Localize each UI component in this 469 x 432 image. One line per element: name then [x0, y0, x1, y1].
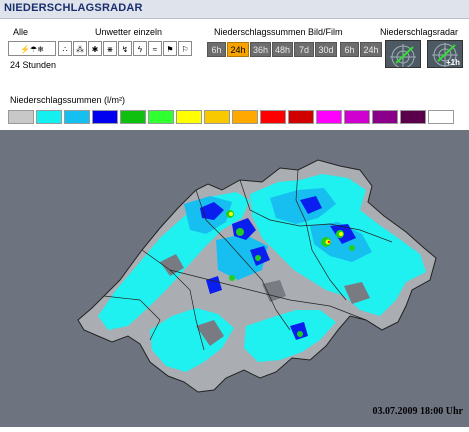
storm-flag-icon[interactable]: ⚐ [178, 41, 192, 56]
wind-icon[interactable]: ≈ [148, 41, 162, 56]
legend-swatch [316, 110, 342, 124]
legend-swatch [64, 110, 90, 124]
legend-swatch [204, 110, 230, 124]
rain-icon[interactable]: ⁂ [73, 41, 87, 56]
legend-title: Niederschlagssummen (l/m²) [10, 95, 126, 105]
radar-plus-1h-button[interactable]: +1h [427, 40, 463, 68]
switzerland-precipitation-map [77, 159, 437, 393]
period-label: 24 Stunden [10, 60, 57, 70]
snow-icon[interactable]: ✱ [88, 41, 102, 56]
map-timestamp: 03.07.2009 18:00 Uhr [372, 406, 463, 417]
sleet-icon[interactable]: ⋇ [103, 41, 117, 56]
legend-swatch [8, 110, 34, 124]
legend-swatch [120, 110, 146, 124]
legend-swatch [344, 110, 370, 124]
hail-icon[interactable]: ∴ [58, 41, 72, 56]
film-6h-button[interactable]: 6h [340, 42, 359, 57]
gust-icon[interactable]: ⚑ [163, 41, 177, 56]
duration-24h-button[interactable]: 24h [227, 42, 249, 57]
legend-swatch [400, 110, 426, 124]
lightning-icon[interactable]: ↯ [118, 41, 132, 56]
legend-swatch [372, 110, 398, 124]
radar-icon [390, 44, 416, 67]
title-bar: NIEDERSCHLAGSRADAR [0, 0, 469, 19]
film-24h-button[interactable]: 24h [360, 42, 382, 57]
radar-map: 03.07.2009 18:00 Uhr [0, 130, 469, 427]
sum-label: Niederschlagssummen Bild/Film [214, 27, 343, 37]
legend-swatch [428, 110, 454, 124]
storm-label: Unwetter einzeln [95, 27, 163, 37]
all-storms-icon[interactable]: ⚡☂❄ [8, 41, 56, 56]
legend-swatch [92, 110, 118, 124]
radar-current-button[interactable] [385, 40, 421, 68]
thunderstorm-icon[interactable]: ϟ [133, 41, 147, 56]
plus-1h-label: +1h [445, 58, 460, 67]
legend-swatch [148, 110, 174, 124]
duration-6h-button[interactable]: 6h [207, 42, 226, 57]
page-title: NIEDERSCHLAGSRADAR [4, 2, 143, 14]
radar-label: Niederschlagsradar [380, 27, 459, 37]
duration-7d-button[interactable]: 7d [294, 42, 314, 57]
legend-swatch [260, 110, 286, 124]
duration-36h-button[interactable]: 36h [250, 42, 271, 57]
precip-red [327, 240, 331, 244]
duration-30d-button[interactable]: 30d [315, 42, 337, 57]
legend-swatch [176, 110, 202, 124]
legend-swatch [232, 110, 258, 124]
legend-swatch [36, 110, 62, 124]
duration-48h-button[interactable]: 48h [272, 42, 293, 57]
legend-swatch [288, 110, 314, 124]
all-label: Alle [13, 27, 29, 37]
